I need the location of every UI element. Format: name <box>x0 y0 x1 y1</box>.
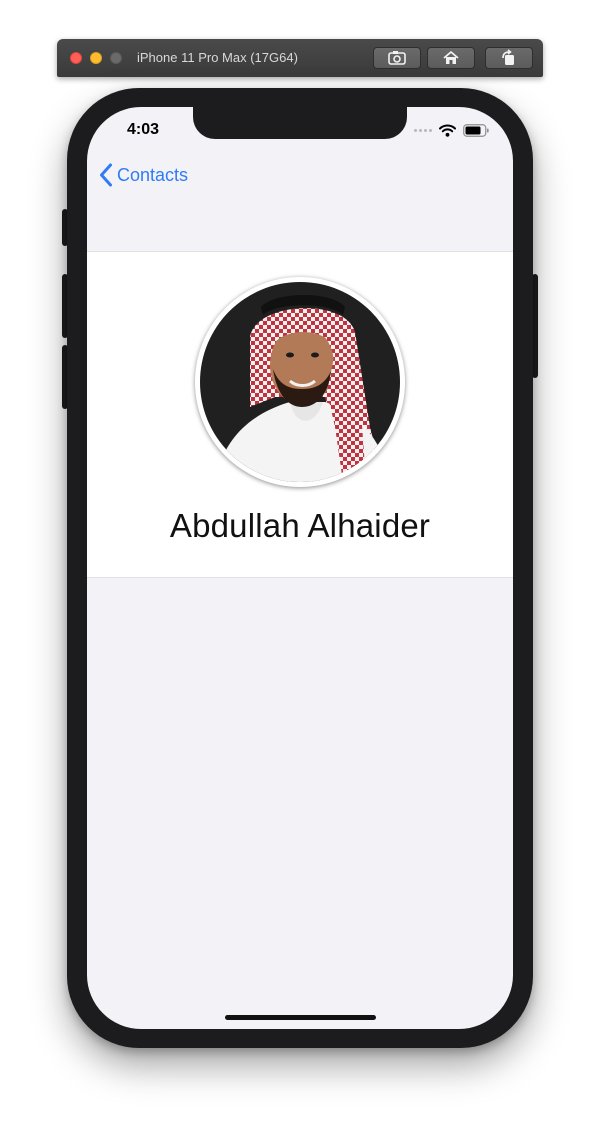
signal-icon <box>414 129 432 132</box>
wifi-icon <box>439 124 456 137</box>
battery-icon <box>463 124 489 137</box>
window-minimize-button[interactable] <box>90 52 102 64</box>
home-icon <box>443 51 459 64</box>
back-button-label: Contacts <box>117 164 189 185</box>
status-time: 4:03 <box>127 121 160 138</box>
status-icons <box>414 124 489 137</box>
screenshot-button[interactable] <box>373 47 421 69</box>
screenshot-icon <box>388 51 406 65</box>
window-zoom-button[interactable] <box>110 52 122 64</box>
contact-name: Abdullah Alhaider <box>169 507 431 544</box>
home-indicator[interactable] <box>225 1015 376 1020</box>
home-button[interactable] <box>427 47 475 69</box>
page: iPhone 11 Pro Max (17G64) 4:03 Contacts … <box>0 0 600 1125</box>
profile-card: Abdullah Alhaider <box>87 251 513 578</box>
window-title: iPhone 11 Pro Max (17G64) <box>137 50 298 65</box>
notch <box>193 107 407 139</box>
back-button[interactable]: Contacts <box>99 163 188 187</box>
window-close-button[interactable] <box>70 52 82 64</box>
rotate-icon <box>502 49 514 65</box>
rotate-button[interactable] <box>485 47 533 69</box>
device-screen: 4:03 Contacts Abdullah Alhaider <box>87 107 513 1029</box>
avatar <box>195 277 405 487</box>
chevron-left-icon <box>100 163 112 187</box>
simulator-titlebar: iPhone 11 Pro Max (17G64) <box>57 39 543 77</box>
profile-photo <box>200 282 400 482</box>
